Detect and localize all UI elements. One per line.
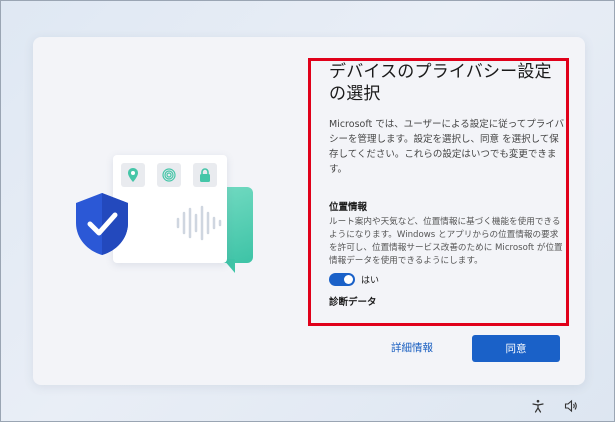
volume-icon[interactable] <box>564 399 578 413</box>
voice-wave-icon <box>176 205 222 241</box>
location-section-description: ルート案内や天気など、位置情報に基づく機能を使用できるようになります。Windo… <box>329 217 563 266</box>
location-tile <box>121 163 145 187</box>
location-toggle[interactable] <box>329 273 355 286</box>
toggle-knob <box>344 275 353 284</box>
shield-check-icon <box>76 193 128 255</box>
oobe-card: デバイスのプライバシー設定の選択 Microsoft では、ユーザーによる設定に… <box>33 37 585 385</box>
location-section-heading: 位置情報 <box>329 202 368 213</box>
lock-tile <box>193 163 217 187</box>
fingerprint-icon <box>162 168 176 182</box>
privacy-settings-panel: デバイスのプライバシー設定の選択 Microsoft では、ユーザーによる設定に… <box>329 61 565 323</box>
page-title: デバイスのプライバシー設定の選択 <box>329 62 552 104</box>
lock-icon <box>200 168 210 182</box>
diagnostics-section-heading: 診断データ <box>329 297 377 308</box>
accessibility-icon[interactable] <box>531 399 545 413</box>
privacy-illustration <box>73 147 253 277</box>
location-toggle-row: はい <box>329 273 565 286</box>
learn-more-button[interactable]: 詳細情報 <box>391 340 433 355</box>
fingerprint-tile <box>157 163 181 187</box>
location-pin-icon <box>128 168 138 182</box>
location-toggle-label: はい <box>361 276 380 286</box>
accept-button[interactable]: 同意 <box>472 335 560 362</box>
page-description: Microsoft では、ユーザーによる設定に従ってプライバシーを管理します。設… <box>329 119 565 175</box>
